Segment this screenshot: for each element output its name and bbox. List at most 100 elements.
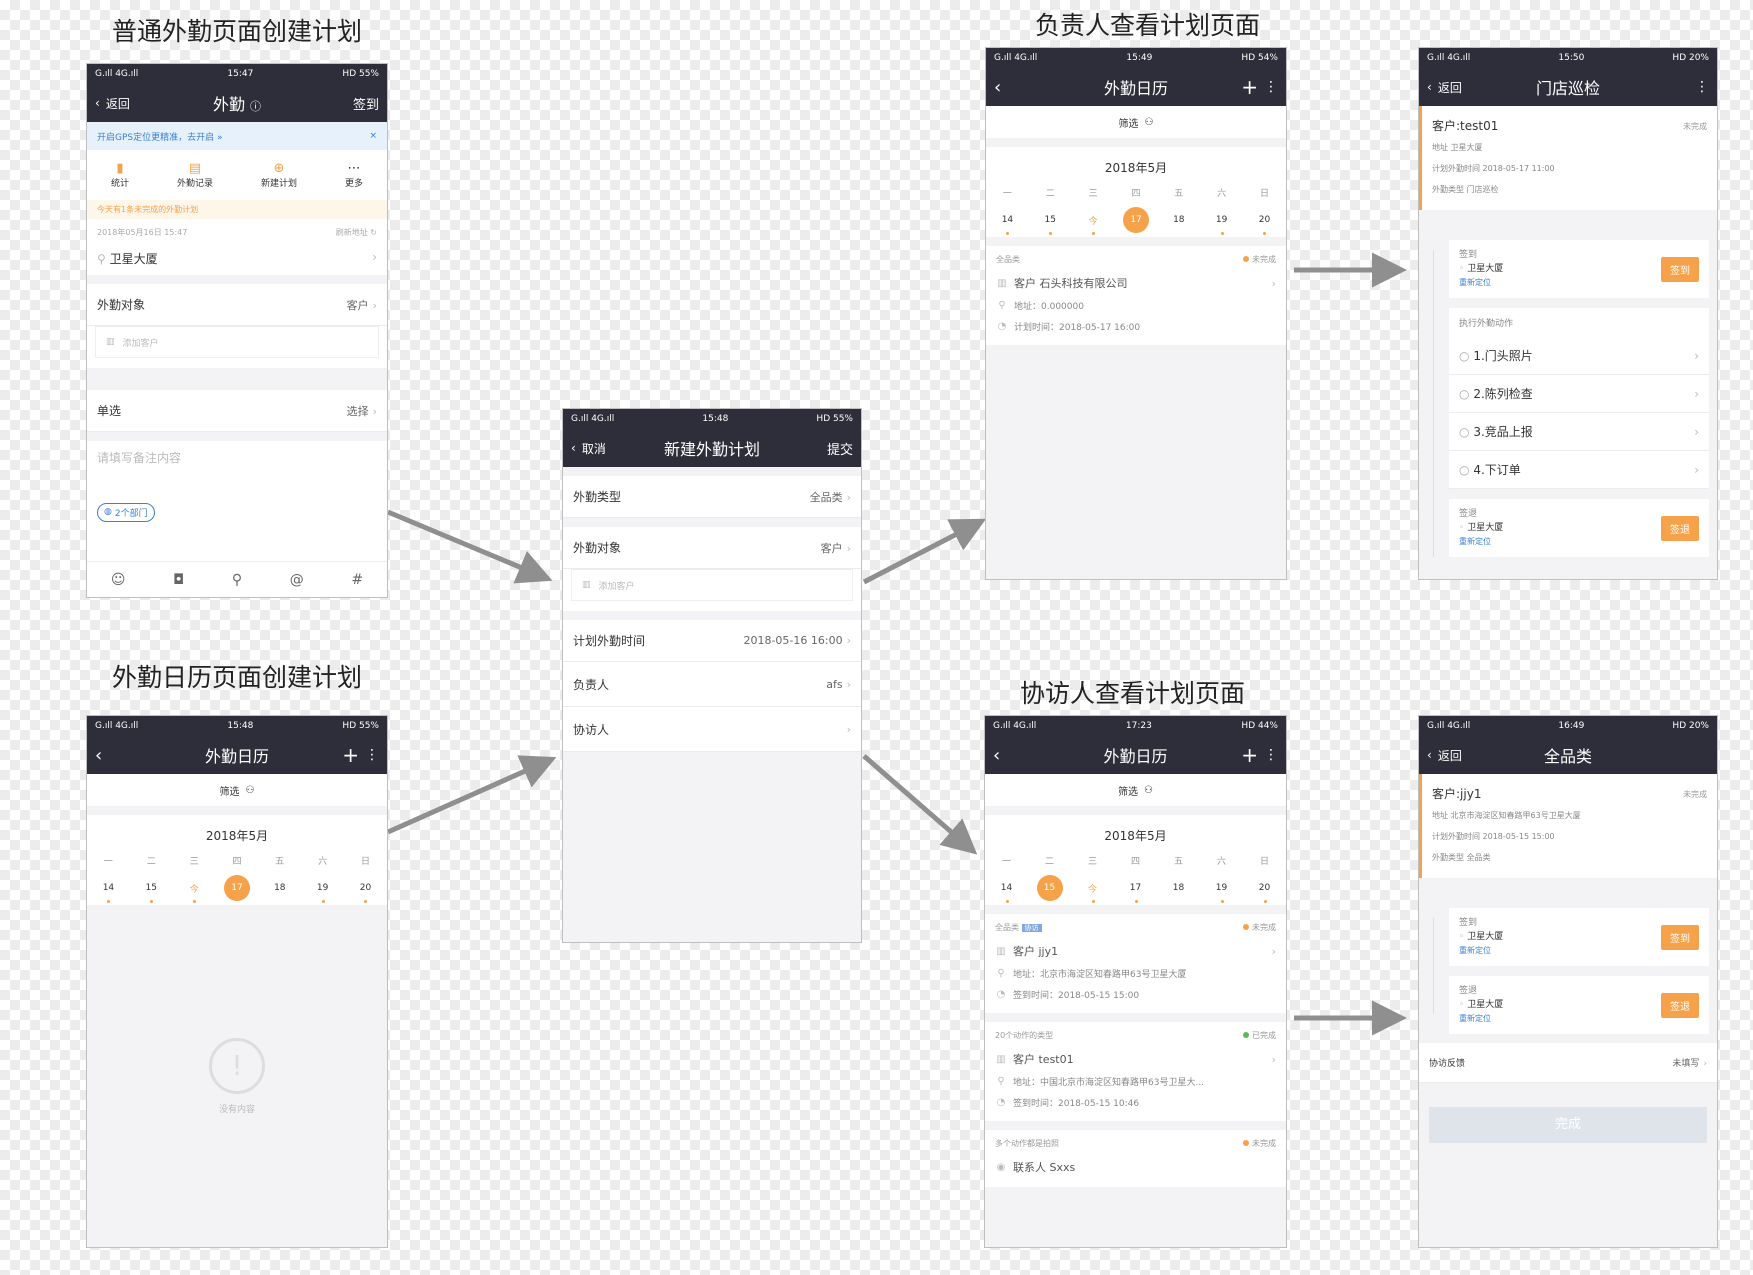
filter-bar[interactable]: 筛选 ⚇: [87, 774, 387, 806]
customer-info[interactable]: 客户:test01 未完成 地址 卫星大厦 计划外勤时间 2018-05-17 1…: [1419, 106, 1717, 210]
signin-button[interactable]: 签到: [329, 94, 379, 113]
back-button[interactable]: ‹: [95, 745, 145, 766]
more-action[interactable]: ⋯ 更多: [345, 161, 363, 189]
more-vertical-icon[interactable]: ⋮: [1695, 79, 1709, 95]
assistant-row[interactable]: 协访人 ›: [563, 707, 861, 752]
calendar-day[interactable]: 19: [310, 875, 336, 903]
status-bar: G.ıll 4G.ıll 16:49 HD 20%: [1419, 716, 1717, 736]
nav-bar: ‹ 返回 外勤 ⓘ 签到: [87, 84, 387, 122]
feedback-row[interactable]: 协访反馈 未填写 ›: [1419, 1043, 1717, 1083]
relocate-link[interactable]: 重新定位: [1459, 944, 1503, 958]
phone-assistant-calendar: G.ıll 4G.ıll 17:23 HD 44% ‹ 外勤日历 + ⋮ 筛选 ⚇ …: [984, 715, 1287, 1248]
checkin-button[interactable]: 签到: [1661, 924, 1699, 950]
filter-bar[interactable]: 筛选 ⚇: [985, 774, 1286, 806]
phone-checkin: G.ıll 4G.ıll 15:47 HD 55% ‹ 返回 外勤 ⓘ 签到 开启…: [86, 63, 388, 598]
page-title: 外勤 ⓘ: [212, 95, 262, 114]
back-button[interactable]: ‹ 返回: [95, 95, 145, 112]
relocate-link[interactable]: 重新定位: [1459, 276, 1503, 290]
calendar-day[interactable]: 14: [95, 875, 121, 903]
remark-input[interactable]: 请填写备注内容: [97, 449, 377, 499]
day-row: 14 15 今 17 18 19 20: [87, 871, 387, 905]
plus-icon[interactable]: +: [1241, 75, 1258, 99]
more-vertical-icon[interactable]: ⋮: [1264, 79, 1278, 95]
plus-icon[interactable]: +: [342, 743, 359, 767]
relocate-link[interactable]: 重新定位: [1459, 1012, 1503, 1026]
cancel-button[interactable]: ‹ 取消: [571, 440, 621, 457]
building-icon: ▥: [106, 337, 115, 347]
back-button[interactable]: ‹ 返回: [1427, 79, 1477, 96]
calendar-day[interactable]: 14: [994, 207, 1020, 235]
target-row[interactable]: 外勤对象 客户 ›: [563, 527, 861, 569]
calendar-day[interactable]: 14: [994, 875, 1020, 903]
add-customer-field[interactable]: ▥ 添加客户: [95, 326, 379, 358]
calendar-day[interactable]: 15: [1037, 207, 1063, 235]
relocate-link[interactable]: 重新定位: [1459, 535, 1503, 549]
location-icon[interactable]: ⚲: [232, 572, 242, 588]
calendar-day[interactable]: 18: [1166, 207, 1192, 233]
submit-button[interactable]: 提交: [803, 439, 853, 458]
new-plan-action[interactable]: ⊕ 新建计划: [261, 161, 297, 189]
gps-notice[interactable]: 开启GPS定位更精准，去开启 » ×: [87, 122, 387, 150]
dept-tag[interactable]: ◍ 2个部门: [97, 502, 155, 522]
calendar-day[interactable]: 19: [1209, 207, 1235, 235]
calendar-day[interactable]: 今: [1080, 875, 1106, 903]
action-item[interactable]: ○ 1.门头照片 ›: [1449, 337, 1709, 375]
refresh-address[interactable]: 刷新地址 ↻: [336, 227, 377, 238]
plan-card[interactable]: 多个动作都是拍照 未完成 ◉ 联系人 Sxxs: [985, 1130, 1286, 1187]
calendar-day[interactable]: 18: [267, 875, 293, 901]
help-icon[interactable]: ⓘ: [250, 100, 261, 113]
event-dot: [1092, 232, 1096, 235]
action-item[interactable]: ○ 4.下订单 ›: [1449, 451, 1709, 489]
calendar-day[interactable]: 20: [352, 875, 378, 903]
hashtag-icon[interactable]: #: [351, 572, 363, 588]
globe-icon: ◍: [104, 507, 112, 517]
event-dot: [193, 900, 197, 903]
calendar-day[interactable]: 15: [1036, 875, 1063, 901]
target-row[interactable]: 外勤对象 客户 ›: [87, 284, 387, 326]
event-dot: [1049, 232, 1053, 235]
stats-action[interactable]: ▮ 统计: [111, 161, 129, 189]
plus-icon[interactable]: +: [1241, 743, 1258, 767]
calendar-day[interactable]: 20: [1251, 207, 1277, 235]
back-button[interactable]: ‹: [993, 745, 1043, 766]
filter-bar[interactable]: 筛选 ⚇: [986, 106, 1286, 138]
plan-card[interactable]: 全品类 未完成 ▥ 客户 石头科技有限公司 › ⚲ 地址：0.000000 ◔ 计划时间…: [986, 246, 1286, 345]
calendar-day[interactable]: 今: [1080, 207, 1106, 235]
back-button[interactable]: ‹: [994, 77, 1044, 98]
checkin-button[interactable]: 签到: [1661, 256, 1699, 282]
calendar-day[interactable]: 20: [1252, 875, 1278, 903]
more-vertical-icon[interactable]: ⋮: [365, 747, 379, 763]
checkout-button[interactable]: 签退: [1661, 992, 1699, 1018]
calendar-day[interactable]: 17: [223, 875, 250, 901]
records-action[interactable]: ▤ 外勤记录: [177, 161, 213, 189]
owner-row[interactable]: 负责人 afs ›: [563, 662, 861, 707]
back-button[interactable]: ‹ 返回: [1427, 747, 1477, 764]
calendar-day[interactable]: 18: [1166, 875, 1192, 901]
calendar-day[interactable]: 15: [138, 875, 164, 903]
calendar-day[interactable]: 今: [181, 875, 207, 903]
single-select-row[interactable]: 单选 选择 ›: [87, 390, 387, 432]
add-customer-field[interactable]: ▥ 添加客户: [571, 569, 853, 601]
emoji-icon[interactable]: ☺: [111, 572, 126, 588]
status-bar: G.ıll 4G.ıll 17:23 HD 44%: [985, 716, 1286, 736]
calendar-day[interactable]: 17: [1122, 207, 1149, 233]
close-icon[interactable]: ×: [369, 131, 377, 141]
mention-icon[interactable]: @: [290, 572, 304, 588]
type-row[interactable]: 外勤类型 全品类 ›: [563, 476, 861, 518]
plan-time-row[interactable]: 计划外勤时间 2018-05-16 16:00 ›: [563, 620, 861, 662]
plan-card[interactable]: 全品类 协访 未完成 ▥ 客户 jjy1 › ⚲ 地址：北京市海淀区知春路甲63号卫星大厦…: [985, 914, 1286, 1013]
chevron-left-icon: ‹: [993, 744, 1001, 766]
org-icon: ⚇: [1144, 784, 1153, 796]
location-row[interactable]: ⚲ 卫星大厦 ›: [97, 250, 377, 267]
pending-notice[interactable]: 今天有1条未完成的外勤计划: [87, 200, 387, 219]
plan-card[interactable]: 20个动作的类型 已完成 ▥ 客户 test01 › ⚲ 地址：中国北京市海淀区知春路甲6…: [985, 1022, 1286, 1121]
done-button[interactable]: 完成: [1429, 1107, 1707, 1143]
more-vertical-icon[interactable]: ⋮: [1264, 747, 1278, 763]
customer-info[interactable]: 客户:jjy1 未完成 地址 北京市海淀区知春路甲63号卫星大厦 计划外勤时间 2…: [1419, 774, 1717, 878]
checkout-button[interactable]: 签退: [1661, 515, 1699, 541]
calendar-day[interactable]: 17: [1123, 875, 1149, 903]
camera-icon[interactable]: ◘: [173, 572, 184, 588]
action-item[interactable]: ○ 3.竞品上报 ›: [1449, 413, 1709, 451]
action-item[interactable]: ○ 2.陈列检查 ›: [1449, 375, 1709, 413]
calendar-day[interactable]: 19: [1209, 875, 1235, 903]
